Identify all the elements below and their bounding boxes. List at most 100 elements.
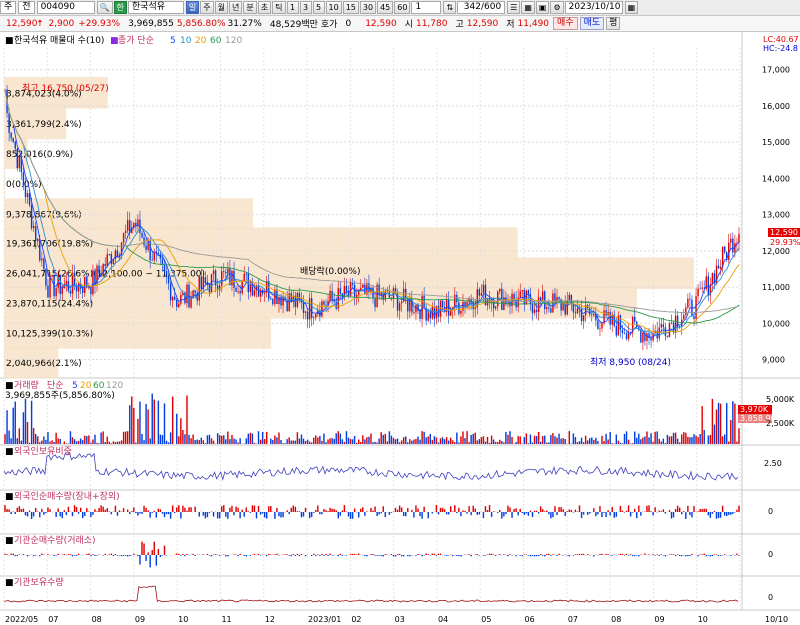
interval-15[interactable]: 15: [342, 1, 359, 14]
settings-icon[interactable]: ⚙: [550, 1, 564, 14]
volume-bar: [429, 433, 431, 444]
inst-net-bar: [660, 554, 663, 555]
date-field[interactable]: 2023/10/10: [564, 1, 623, 14]
volume-bar: [666, 434, 669, 444]
foreign-net-bar: [449, 506, 452, 512]
list-icon[interactable]: ☰: [507, 1, 521, 14]
foreign-net-bar: [552, 512, 554, 518]
interval-5[interactable]: 5: [312, 1, 325, 14]
sell-button[interactable]: 매도: [579, 17, 605, 30]
period-day[interactable]: 일: [185, 1, 200, 14]
foreign-net-bar: [709, 512, 712, 518]
interval-1[interactable]: 1: [286, 1, 299, 14]
volume-bar: [37, 436, 39, 444]
candle-body: [26, 193, 29, 198]
foreign-net-bar: [431, 512, 434, 514]
interval-45[interactable]: 45: [377, 1, 394, 14]
mode-select[interactable]: 주: [0, 1, 17, 14]
candle-body: [184, 292, 186, 304]
volume-ma-60: 60: [93, 381, 105, 391]
candle-body: [695, 296, 697, 319]
inst-net-bar: [433, 553, 436, 555]
foreign-net-bar: [636, 512, 638, 519]
volume-bar: [709, 434, 712, 444]
candle-body: [537, 297, 540, 312]
volume-bar: [593, 439, 595, 444]
candle-body: [302, 302, 305, 313]
volume-bar: [460, 436, 462, 444]
inst-net-bar: [165, 555, 168, 556]
foreign-net-bar: [182, 505, 184, 512]
foreign-net-bar: [478, 512, 481, 515]
volume-bar: [699, 433, 701, 444]
volume-bar: [539, 441, 542, 444]
period-week[interactable]: 주: [200, 1, 214, 14]
inst-net-bar: [494, 555, 497, 556]
inst-net-bar: [638, 555, 640, 557]
grid-icon[interactable]: ▦: [521, 1, 535, 14]
foreign-net-bar: [570, 509, 573, 512]
volume-bar: [22, 412, 25, 444]
volume-bar: [644, 436, 646, 444]
foreign-net-bar: [454, 505, 456, 512]
inst-net-bar: [654, 555, 656, 556]
volume-bar: [186, 395, 188, 444]
volume-bar: [609, 431, 611, 444]
volume-bar: [4, 434, 6, 444]
stock-code-input[interactable]: 004090: [36, 1, 95, 14]
foreign-net-bar: [241, 509, 243, 512]
candle-body: [480, 293, 483, 296]
volume-bar: [515, 442, 517, 444]
candle-body: [732, 238, 734, 253]
inst-net-bar: [709, 555, 712, 557]
volume-bar: [259, 439, 262, 444]
foreign-net-bar: [484, 506, 487, 512]
foreign-net-bar: [415, 505, 417, 512]
period-second[interactable]: 초: [257, 1, 272, 14]
foreign-net-bar: [41, 508, 43, 512]
foreign-net-bar: [613, 512, 615, 518]
interval-3[interactable]: 3: [299, 1, 312, 14]
candle-body: [200, 276, 203, 289]
stock-chart[interactable]: 3,874,023(4.0%)3,361,799(2.4%)852,016(0.…: [0, 32, 800, 625]
candle-body: [18, 156, 21, 169]
volume-bar: [394, 439, 397, 444]
foreign-net-bar: [308, 512, 311, 519]
volume-bar: [392, 437, 395, 444]
volume-bar: [112, 441, 115, 444]
foreign-net-bar: [732, 512, 734, 514]
volume-bar: [41, 440, 43, 444]
foreign-net-bar: [719, 512, 722, 518]
volume-bar: [39, 442, 41, 444]
x-axis-label: 10: [178, 615, 188, 624]
period-year[interactable]: 년: [229, 1, 243, 14]
inst-net-bar: [541, 555, 544, 556]
foreign-net-bar: [22, 508, 25, 512]
volume-bar: [294, 440, 297, 444]
save-icon[interactable]: ▣: [535, 1, 550, 14]
up-down-icon[interactable]: ⇅: [443, 1, 457, 14]
calendar-icon[interactable]: ▦: [624, 1, 639, 14]
period-minute[interactable]: 분: [243, 1, 257, 14]
interval-count-input[interactable]: 1: [411, 1, 442, 14]
search-icon[interactable]: 🔍: [96, 1, 113, 14]
period-tick[interactable]: 틱: [272, 1, 286, 14]
buy-button[interactable]: 매수: [553, 17, 578, 30]
foreign-net-bar: [681, 512, 683, 515]
interval-60[interactable]: 60: [394, 1, 411, 14]
candle-body: [685, 307, 687, 315]
market-select[interactable]: 전: [18, 1, 35, 14]
average-button[interactable]: 평: [606, 17, 621, 30]
inst-net-bar: [4, 553, 6, 555]
interval-10[interactable]: 10: [325, 1, 342, 14]
foreign-net-bar: [63, 510, 66, 512]
inst-net-bar: [180, 555, 182, 556]
volume-bar: [282, 443, 284, 444]
x-axis-label: 04: [438, 615, 448, 624]
interval-30[interactable]: 30: [359, 1, 377, 14]
stock-badge-icon[interactable]: 한: [113, 1, 127, 14]
candle-body: [660, 324, 663, 328]
foreign-net-bar: [388, 512, 391, 515]
price-y-tick: 17,000: [762, 66, 790, 75]
period-month[interactable]: 월: [214, 1, 229, 14]
